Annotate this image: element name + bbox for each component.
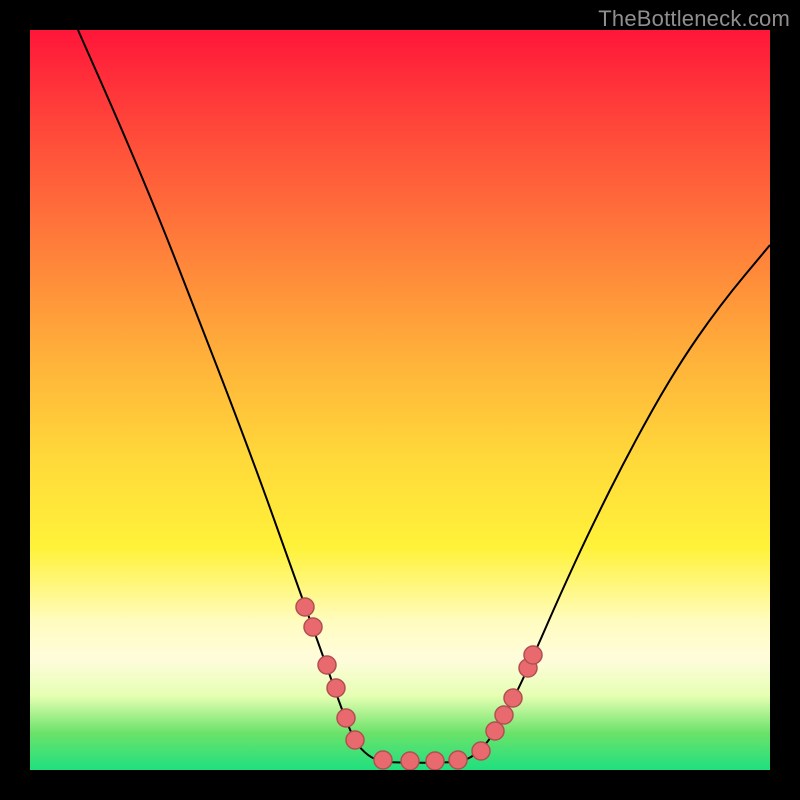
watermark-text: TheBottleneck.com (598, 6, 790, 32)
bottleneck-curve (30, 30, 770, 770)
data-point-dot (337, 709, 355, 727)
data-point-dot (374, 751, 392, 769)
plot-area (30, 30, 770, 770)
data-point-dot (304, 618, 322, 636)
data-point-dot (504, 689, 522, 707)
data-point-dot (486, 722, 504, 740)
valley-flat (382, 762, 460, 763)
left-branch-curve (78, 30, 382, 762)
data-point-dot (318, 656, 336, 674)
data-point-dot (524, 646, 542, 664)
data-point-dot (495, 706, 513, 724)
data-point-dot (449, 751, 467, 769)
data-point-dot (401, 752, 419, 770)
data-point-dot (472, 742, 490, 760)
data-point-dot (346, 731, 364, 749)
data-point-dot (426, 752, 444, 770)
right-branch-curve (460, 245, 770, 762)
data-point-dot (327, 679, 345, 697)
data-point-dot (296, 598, 314, 616)
data-point-markers (296, 598, 542, 770)
chart-frame: TheBottleneck.com (0, 0, 800, 800)
